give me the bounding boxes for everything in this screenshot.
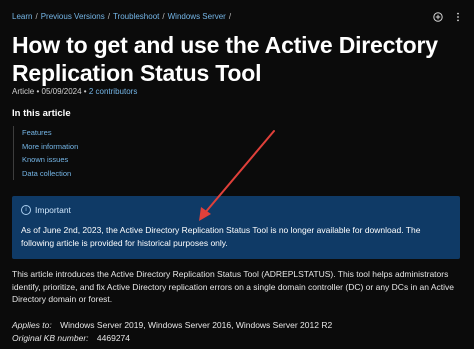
article-type: Article (12, 87, 35, 96)
article-date: 05/09/2024 (41, 87, 82, 96)
callout-title-text: Important (35, 205, 71, 215)
toc-item-data-collection[interactable]: Data collection (22, 167, 182, 181)
applies-to: Applies to: Windows Server 2019, Windows… (12, 320, 332, 330)
page-actions (432, 10, 464, 22)
breadcrumb-separator: / (107, 12, 110, 21)
kb-label: Original KB number: (12, 333, 89, 343)
applies-to-value: Windows Server 2019, Windows Server 2016… (60, 320, 333, 330)
callout-title: i Important (21, 205, 71, 215)
breadcrumb-learn[interactable]: Learn (12, 12, 32, 21)
breadcrumb-separator: / (35, 12, 38, 21)
toc-item-features[interactable]: Features (22, 126, 182, 140)
intro-paragraph: This article introduces the Active Direc… (12, 269, 455, 304)
breadcrumb: Learn / Previous Versions / Troubleshoot / Win… (12, 12, 434, 21)
page-title: How to get and use the Active Directory … (12, 32, 438, 86)
breadcrumb-windows-server[interactable]: Windows Server (168, 12, 226, 21)
more-icon[interactable] (452, 10, 464, 22)
contributors-link[interactable]: 2 contributors (89, 87, 137, 96)
meta-separator: • (36, 87, 40, 96)
important-callout: i Important As of June 2nd, 2023, the Ac… (12, 196, 460, 259)
article-meta: Article • 05/09/2024 • 2 contributors (12, 87, 137, 96)
toc-item-known-issues[interactable]: Known issues (22, 153, 182, 167)
applies-to-label: Applies to: (12, 320, 52, 330)
toc-item-more-information[interactable]: More information (22, 140, 182, 154)
breadcrumb-troubleshoot[interactable]: Troubleshoot (113, 12, 159, 21)
breadcrumb-separator: / (162, 12, 165, 21)
breadcrumb-separator: / (228, 12, 232, 21)
kb-value: 4469274 (96, 333, 131, 343)
breadcrumb-previous-versions[interactable]: Previous Versions (41, 12, 105, 21)
callout-body: As of June 2nd, 2023, the Active Directo… (21, 225, 421, 248)
toc-heading: In this article (12, 108, 71, 119)
meta-separator: • (83, 87, 87, 96)
add-circle-icon[interactable] (432, 10, 444, 22)
table-of-contents: Features More information Known issues D… (13, 126, 182, 180)
kb-number: Original KB number: 4469274 (12, 333, 130, 343)
info-icon: i (21, 205, 31, 215)
